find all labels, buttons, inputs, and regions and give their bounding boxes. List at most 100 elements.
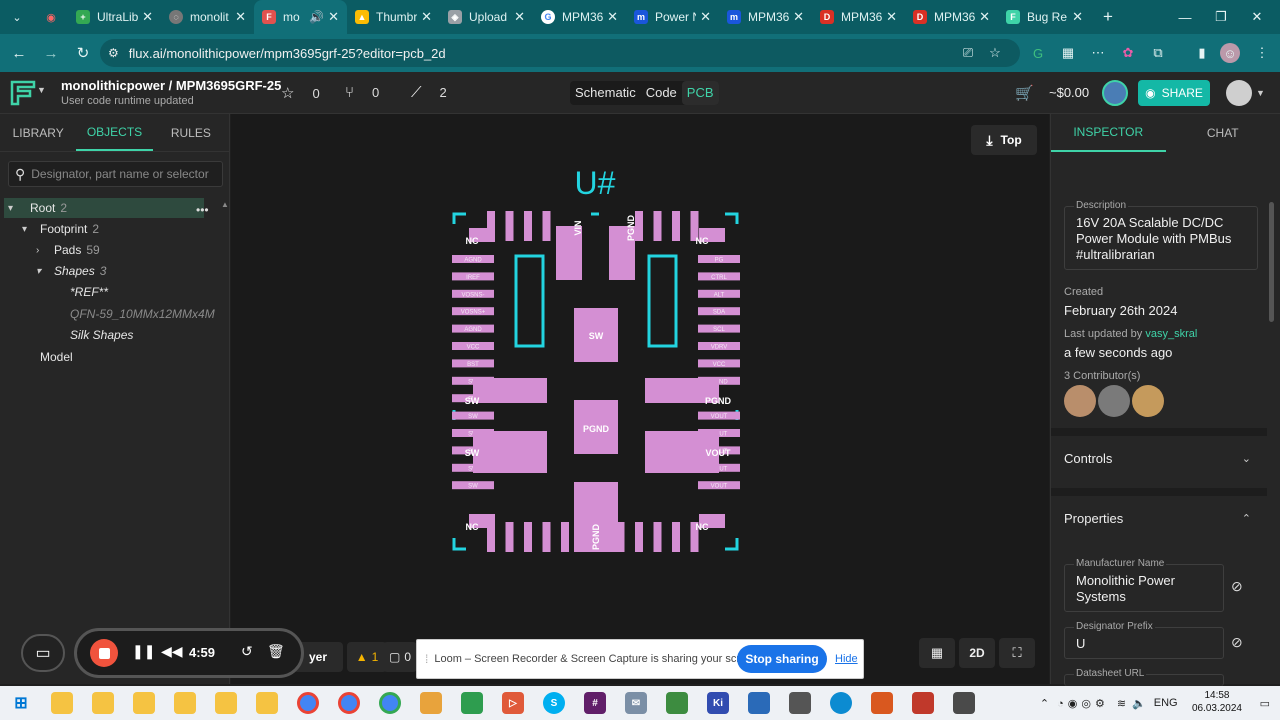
tab-objects[interactable]: OBJECTS <box>76 114 153 151</box>
pad-bottom[interactable] <box>542 522 551 552</box>
designator-prefix-field[interactable]: Designator Prefix U <box>1064 621 1224 659</box>
tab-library[interactable]: LIBRARY <box>0 114 76 151</box>
pcb-canvas[interactable]: U# AGND IREF VOSNS- VOSNS+ AGND VCC BST SW SW SW S… <box>231 114 1049 684</box>
pad-top[interactable] <box>505 211 514 241</box>
browser-tab[interactable]: G MPM36 ✕ <box>533 0 626 34</box>
close-tab-icon[interactable]: ✕ <box>421 9 432 25</box>
extension-icon[interactable]: ▦ <box>1058 43 1078 63</box>
calculator-icon[interactable] <box>953 692 975 714</box>
schematic-app-icon[interactable] <box>748 692 770 714</box>
close-tab-icon[interactable]: ✕ <box>1072 9 1083 25</box>
tree-item-root[interactable]: ▾ Root 2 ••• <box>4 198 209 218</box>
tool-icon[interactable] <box>912 692 934 714</box>
chrome-icon[interactable] <box>379 692 401 714</box>
folder-icon[interactable] <box>174 692 196 714</box>
trash-icon[interactable]: 🗑 <box>267 643 285 660</box>
close-tab-icon[interactable]: ✕ <box>142 9 153 25</box>
colorful-ext-icon[interactable]: ✿ <box>1118 43 1138 63</box>
tab-code[interactable]: Code <box>641 81 682 105</box>
language-indicator[interactable]: ENG <box>1154 697 1178 709</box>
restart-icon[interactable]: ↺ <box>241 643 253 660</box>
hide-banner-link[interactable]: Hide <box>835 653 858 665</box>
browser-tab[interactable]: m MPM36 ✕ <box>719 0 812 34</box>
fullscreen-button[interactable]: ⛶ <box>999 638 1035 668</box>
project-title[interactable]: monolithicpower / MPM3695GRF-25 <box>61 78 281 93</box>
skype-icon[interactable]: S <box>543 692 565 714</box>
loom-stop-button[interactable] <box>90 639 118 667</box>
layers-app-icon[interactable] <box>789 692 811 714</box>
browser-tab[interactable]: D MPM36 ✕ <box>905 0 998 34</box>
description-field[interactable]: Description 16V 20A Scalable DC/DC Power… <box>1064 200 1258 270</box>
tree-scrollbar[interactable]: ▲ <box>221 200 229 209</box>
pad-bottom[interactable] <box>524 522 532 552</box>
folder-icon[interactable] <box>51 692 73 714</box>
pause-icon[interactable]: ❚❚ <box>132 643 155 660</box>
owner-avatar[interactable] <box>1102 80 1128 106</box>
folder-icon[interactable] <box>92 692 114 714</box>
close-tab-icon[interactable]: ✕ <box>514 9 525 25</box>
inspector-scrollbar[interactable] <box>1269 202 1274 322</box>
drag-handle-icon[interactable]: ⁞ <box>425 652 428 666</box>
pad-power[interactable] <box>473 378 547 403</box>
pad-bottom[interactable] <box>635 522 643 552</box>
datasheet-url-field[interactable]: Datasheet URL <box>1064 668 1224 686</box>
tray-icons[interactable]: ◔◉◎⚙ <box>1057 697 1109 710</box>
url-field[interactable]: ⚙ flux.ai/monolithicpower/mpm3695grf-25?… <box>100 39 1020 67</box>
chrome-icon[interactable] <box>297 692 319 714</box>
kicad-icon[interactable]: Ki <box>707 692 729 714</box>
close-tab-icon[interactable]: ✕ <box>979 9 990 25</box>
pad-bottom[interactable] <box>672 522 680 552</box>
pad-bottom[interactable] <box>653 522 662 552</box>
browser-tab[interactable]: mPower N✕ <box>626 0 719 34</box>
bookmark-star-icon[interactable]: ☆ <box>985 43 1005 63</box>
pad-bottom[interactable] <box>505 522 514 552</box>
pad-top[interactable] <box>524 211 532 241</box>
user-avatar[interactable] <box>1226 80 1252 106</box>
volume-icon[interactable]: 🔈 <box>1132 697 1146 710</box>
updated-by-link[interactable]: vasy_skral <box>1145 328 1197 340</box>
warnings-button[interactable]: ▲ 1 <box>347 642 387 672</box>
tab-inspector[interactable]: INSPECTOR <box>1051 114 1166 152</box>
slack-icon[interactable]: # <box>584 692 606 714</box>
grammarly-icon[interactable]: G <box>1028 43 1048 63</box>
site-info-icon[interactable]: ⚙ <box>108 46 119 60</box>
tab-rules[interactable]: RULES <box>153 114 229 151</box>
chrome-icon[interactable] <box>338 692 360 714</box>
pcb-app-icon[interactable] <box>461 692 483 714</box>
profile-avatar[interactable]: ☺ <box>1220 43 1240 63</box>
browser-tab[interactable]: D MPM36 ✕ <box>812 0 905 34</box>
speaker-icon[interactable]: 🔊 <box>309 10 324 24</box>
pad-top[interactable] <box>542 211 551 241</box>
close-tab-icon[interactable]: ✕ <box>700 9 711 25</box>
tab-search-chevron-icon[interactable]: ⌄ <box>0 0 34 34</box>
top-layer-button[interactable]: ⤓ Top <box>971 125 1037 155</box>
view-2d-button[interactable]: 2D <box>959 638 995 668</box>
tree-item-model[interactable]: Model <box>40 347 73 367</box>
windows-start-icon[interactable]: ⊞ <box>10 692 32 714</box>
browser-tab[interactable]: F Bug Re ✕ <box>998 0 1091 34</box>
close-tab-icon[interactable]: ✕ <box>235 9 246 25</box>
tab-pcb[interactable]: PCB <box>681 81 719 105</box>
cart-icon[interactable]: 🛒 <box>1015 84 1034 102</box>
tree-item-ref[interactable]: *REF** <box>70 282 108 302</box>
browser-tab[interactable]: ◌ monolit ✕ <box>161 0 254 34</box>
pad-top[interactable] <box>635 211 643 241</box>
tray-expand-icon[interactable]: ⌃ <box>1040 697 1049 710</box>
close-tab-icon[interactable]: ✕ <box>886 9 897 25</box>
manufacturer-field[interactable]: Manufacturer Name Monolithic Power Syste… <box>1064 558 1224 612</box>
browser-tab[interactable]: ◈ Upload ✕ <box>440 0 533 34</box>
wifi-icon[interactable]: ≋ <box>1117 697 1126 710</box>
tree-item-qfn-footprint[interactable]: QFN-59_10MMx12MMx4M <box>70 304 215 324</box>
comments-button[interactable]: ▢ 0 <box>383 642 417 672</box>
back-icon[interactable]: ← <box>4 38 34 68</box>
tab-schematic[interactable]: Schematic <box>570 81 641 105</box>
tree-item-footprint[interactable]: ▾ Footprint 2 <box>22 219 99 239</box>
close-tab-icon[interactable]: ✕ <box>328 9 339 25</box>
tree-item-silk-shapes[interactable]: Silk Shapes <box>70 325 133 345</box>
rewind-icon[interactable]: ◀◀ <box>161 643 183 660</box>
share-button[interactable]: ◉ SHARE <box>1138 80 1210 106</box>
more-options-icon[interactable]: ••• <box>196 203 209 217</box>
folder-icon[interactable] <box>133 692 155 714</box>
puzzle-icon[interactable]: ⧉ <box>1148 43 1168 63</box>
loom-camera-button[interactable]: ▭ <box>21 634 65 672</box>
